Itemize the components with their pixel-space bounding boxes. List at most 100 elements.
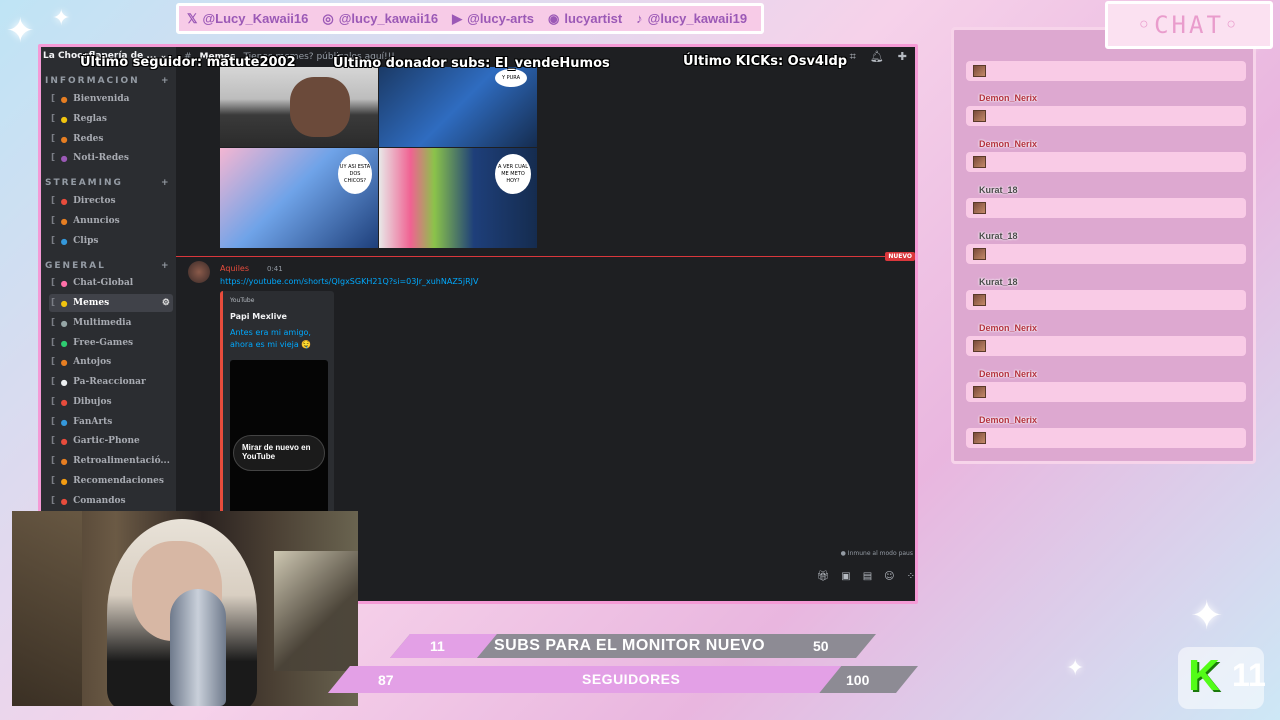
- channel-pa-reaccionar[interactable]: [● Pa-Reaccionar: [49, 373, 173, 391]
- chat-username: Kurat_18: [979, 185, 1018, 195]
- channel-retroalimentacion[interactable]: [● Retroalimentació...: [49, 452, 173, 470]
- category-general[interactable]: GENERAL +: [45, 261, 169, 271]
- sparkle-decoration: ✦: [6, 11, 35, 51]
- youtube-icon: ▶: [452, 10, 463, 26]
- meme-image[interactable]: Y PURA: [379, 67, 537, 147]
- avatar: [973, 386, 986, 398]
- channel-free-games[interactable]: [● Free-Games: [49, 334, 173, 352]
- channel-gartic-phone[interactable]: [● Gartic-Phone: [49, 432, 173, 450]
- embed-title[interactable]: Antes era mi amigo, ahora es mi vieja 🤤: [230, 327, 330, 351]
- channel-emoji-icon: ●: [60, 338, 68, 348]
- gif-icon[interactable]: ▣: [841, 571, 850, 582]
- subs-target: 50: [813, 638, 829, 654]
- microphone: [170, 589, 226, 706]
- instagram-icon: ◎: [322, 10, 334, 26]
- pin-icon: ●: [60, 496, 68, 506]
- chat-username: Demon_Nerix: [979, 415, 1038, 425]
- rewatch-button[interactable]: Mirar de nuevo en YouTube: [233, 435, 325, 471]
- channel-clips[interactable]: [● Clips: [49, 232, 173, 250]
- channel-emoji-icon: ●: [60, 216, 68, 226]
- channel-recomendaciones[interactable]: [● Recomendaciones: [49, 472, 173, 490]
- chat-message: Demon_Nerix: [966, 139, 1246, 172]
- message-time: 0:41: [267, 265, 283, 273]
- embed-author[interactable]: Papi Mexlive: [230, 312, 287, 321]
- gift-icon[interactable]: 🎁︎: [817, 571, 830, 582]
- immune-status: ● Inmune al modo paus: [840, 550, 913, 557]
- bell-icon[interactable]: 🔔︎: [870, 50, 884, 64]
- avatar: [973, 202, 986, 214]
- apps-icon[interactable]: ⁘: [907, 571, 915, 582]
- social-instagram: ◎ @lucy_kawaii16: [322, 10, 439, 27]
- invite-settings-icon[interactable]: ⚙: [162, 298, 173, 308]
- followers-goal-label: SEGUIDORES: [582, 671, 681, 687]
- category-info[interactable]: INFORMACION +: [45, 76, 169, 86]
- new-messages-divider: [176, 256, 915, 257]
- channel-anuncios[interactable]: [● Anuncios: [49, 212, 173, 230]
- chat-message: Demon_Nerix: [966, 369, 1246, 402]
- speech-bubble: A VER CUAL ME METO HOY?: [495, 154, 531, 194]
- chat-message: Kurat_18: [966, 231, 1246, 264]
- social-tiktok: ♪ @lucy_kawaii19: [636, 11, 748, 26]
- sparkle-decoration: ✦: [52, 6, 71, 31]
- avatar: [973, 294, 986, 306]
- category-streaming[interactable]: STREAMING +: [45, 178, 169, 188]
- avatar: [973, 432, 986, 444]
- channel-reglas[interactable]: [● Reglas: [49, 110, 173, 128]
- red-circle-icon: ●: [60, 196, 68, 206]
- emoji-icon[interactable]: ☺: [884, 571, 894, 582]
- pin-icon[interactable]: ✚: [898, 50, 907, 64]
- social-links-bar: 𝕏 @Lucy_Kawaii16 ◎ @lucy_kawaii16 ▶ @lucy-a…: [176, 3, 764, 34]
- sparkle-decoration: ✦: [1190, 593, 1224, 639]
- channel-memes[interactable]: [● Memes ⚙: [49, 294, 173, 312]
- message-author[interactable]: Aquiles: [220, 264, 249, 273]
- chat-username: Demon_Nerix: [979, 93, 1038, 103]
- avatar: [973, 156, 986, 168]
- avatar[interactable]: [188, 261, 210, 283]
- channel-noti-redes[interactable]: [● Noti-Redes: [49, 149, 173, 167]
- header-actions: ⌗ 🔔︎ ✚: [850, 50, 907, 64]
- chat-message: Kurat_18: [966, 185, 1246, 218]
- last-kicks-alert: Último KICKs: Osv4ldp: [683, 54, 848, 69]
- chat-username: Kurat_18: [979, 277, 1018, 287]
- chat-username: Demon_Nerix: [979, 323, 1038, 333]
- message-link[interactable]: https://youtube.com/shorts/QIgxSGKH21Q?s…: [220, 277, 479, 286]
- threads-icon[interactable]: ⌗: [850, 50, 856, 64]
- kick-count: 11: [1232, 657, 1266, 693]
- speech-bubble: Y PURA: [495, 69, 527, 87]
- channel-fanarts[interactable]: [● FanArts: [49, 413, 173, 431]
- chat-title: ◦CHAT◦: [1105, 1, 1273, 49]
- tiktok-icon: ♪: [636, 11, 643, 26]
- webcam-feed: [12, 511, 358, 706]
- meme-image[interactable]: A VER CUAL ME METO HOY?: [379, 148, 537, 248]
- avatar: [973, 65, 986, 77]
- last-donor-alert: Último donador subs: El_vendeHumos: [333, 56, 610, 71]
- channel-dibujos[interactable]: [● Dibujos: [49, 393, 173, 411]
- channel-bienvenida[interactable]: [● Bienvenida: [49, 90, 173, 108]
- add-channel-icon[interactable]: +: [161, 76, 169, 86]
- channel-emoji-icon: ●: [60, 476, 68, 486]
- meme-image[interactable]: [220, 67, 378, 147]
- channel-directos[interactable]: [● Directos: [49, 192, 173, 210]
- add-channel-icon[interactable]: +: [161, 178, 169, 188]
- channel-emoji-icon: ●: [60, 94, 68, 104]
- speech-bubble: UY ASI ESTA DOS CHICOS?: [338, 154, 372, 194]
- chat-message: Demon_Nerix: [966, 93, 1246, 126]
- channel-redes[interactable]: [● Redes: [49, 130, 173, 148]
- channel-emoji-icon: ●: [60, 417, 68, 427]
- channel-multimedia[interactable]: [● Multimedia: [49, 314, 173, 332]
- channel-comandos[interactable]: [● Comandos: [49, 492, 173, 510]
- sparkle-decoration: ✦: [1066, 656, 1085, 681]
- social-discord: ◉ lucyartist: [548, 10, 623, 27]
- channel-emoji-icon: ●: [60, 377, 68, 387]
- channel-chat-global[interactable]: [● Chat-Global: [49, 274, 173, 292]
- sticker-icon[interactable]: ▤: [863, 571, 872, 582]
- channel-emoji-icon: ●: [60, 397, 68, 407]
- channel-antojos[interactable]: [● Antojos: [49, 353, 173, 371]
- add-channel-icon[interactable]: +: [161, 261, 169, 271]
- avatar: [973, 110, 986, 122]
- kick-badge: K 11: [1178, 647, 1266, 709]
- avatar: [973, 248, 986, 260]
- social-youtube: ▶ @lucy-arts: [452, 10, 535, 27]
- meme-image[interactable]: UY ASI ESTA DOS CHICOS?: [220, 148, 378, 248]
- pencil-icon: ●: [60, 456, 68, 466]
